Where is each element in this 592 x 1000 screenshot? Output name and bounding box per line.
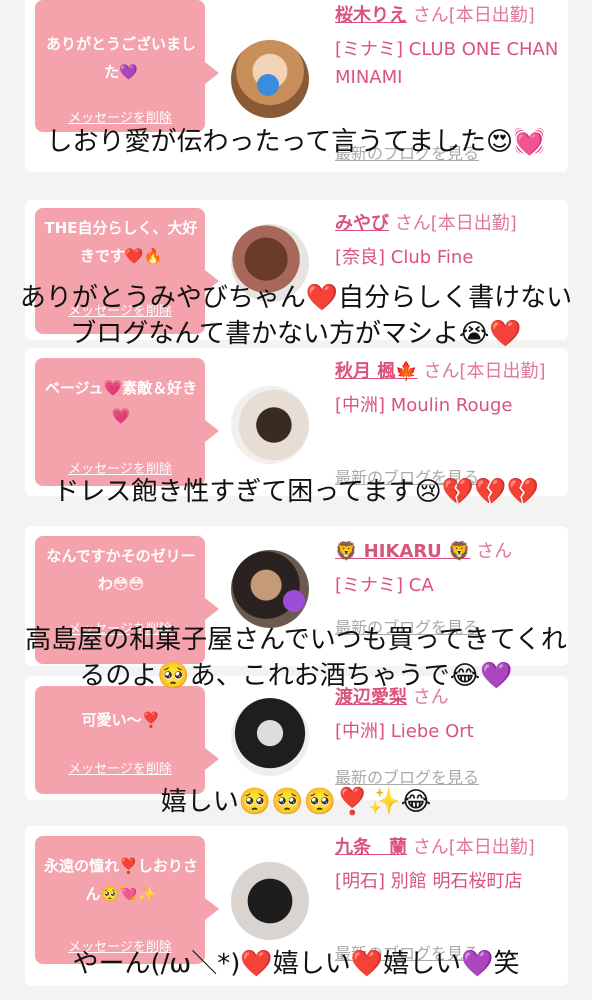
message-text: なんですかそのゼリーわ😳😳 (46, 547, 196, 593)
purple-heart-icon (283, 590, 305, 612)
message-text: THE自分らしく、大好きです❤️🔥 (44, 219, 198, 265)
avatar[interactable] (231, 40, 309, 118)
avatar[interactable] (231, 550, 309, 628)
shop-name[interactable]: [奈良] Club Fine (335, 244, 560, 272)
message-bubble: 可愛い〜❣️ メッセージを削除 (35, 686, 219, 794)
avatar[interactable] (231, 698, 309, 776)
cast-name[interactable]: 九条 蘭 (335, 837, 407, 858)
cast-status: さん (476, 541, 513, 562)
message-text: ありがとうございました💜 (45, 35, 196, 81)
cast-name[interactable]: 秋月 楓🍁 (335, 361, 418, 382)
message-text: 可愛い〜❣️ (81, 711, 161, 729)
message-text: 永遠の憧れ❣️しおりさん🥺💘✨ (44, 857, 198, 903)
blue-heart-icon (257, 74, 279, 96)
avatar[interactable] (231, 862, 309, 940)
message-bubble: ベージュ💗素敵＆好き💗 メッセージを削除 (35, 358, 219, 486)
cast-name[interactable]: みやび (335, 213, 389, 234)
overlay-caption: 嬉しい🥺🥺🥺❣️✨😂 (160, 787, 432, 817)
cast-name[interactable]: 🦁 HIKARU 🦁 (335, 541, 470, 562)
shop-name[interactable]: [中洲] Moulin Rouge (335, 392, 560, 420)
message-card: 可愛い〜❣️ メッセージを削除 渡辺愛梨 さん [中洲] Liebe Ort 最… (25, 676, 568, 800)
delete-message-link[interactable]: メッセージを削除 (35, 758, 205, 777)
cast-status: さん[本日出勤] (412, 5, 535, 26)
message-bubble: ありがとうございました💜 メッセージを削除 (35, 0, 219, 132)
message-text: ベージュ💗素敵＆好き💗 (44, 379, 198, 425)
overlay-caption: 高島屋の和菓子屋さんでいつも買ってきてくれるのよ🥺あ、これお酒ちゃうで😂💜 (25, 625, 567, 691)
avatar[interactable] (231, 386, 309, 464)
overlay-caption: ドレス飽き性すぎて困ってます😢💔💔💔 (53, 477, 539, 507)
cast-name[interactable]: 桜木りえ (335, 5, 407, 26)
shop-name[interactable]: [明石] 別館 明石桜町店 (335, 868, 560, 896)
cast-status: さん[本日出勤] (423, 361, 546, 382)
message-bubble: 永遠の憧れ❣️しおりさん🥺💘✨ メッセージを削除 (35, 836, 219, 964)
cast-status: さん[本日出勤] (412, 837, 535, 858)
overlay-caption: やーん(/ω＼*)❤️嬉しい❤️嬉しい💜笑 (72, 949, 520, 979)
overlay-caption: しおり愛が伝わったって言うてました😍💓 (46, 127, 546, 157)
overlay-caption: ありがとうみやびちゃん❤️自分らしく書けないブログなんて書かない方がマシよ😭❤️ (19, 283, 573, 349)
shop-name[interactable]: [ミナミ] CA (335, 572, 560, 600)
shop-name[interactable]: [ミナミ] CLUB ONE CHAN MINAMI (335, 36, 560, 92)
shop-name[interactable]: [中洲] Liebe Ort (335, 718, 560, 746)
cast-status: さん[本日出勤] (394, 213, 517, 234)
